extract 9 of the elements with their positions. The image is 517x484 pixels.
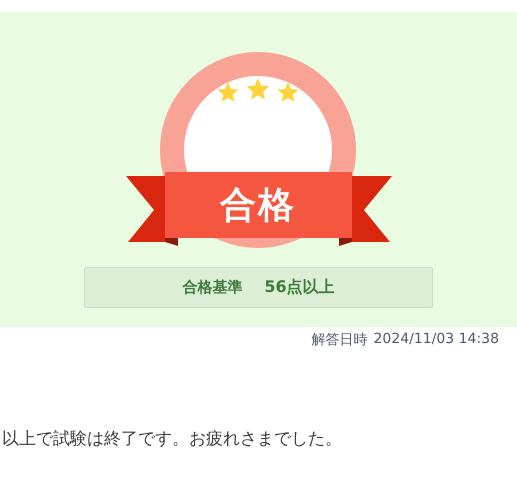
answered-at-label: 解答日時 bbox=[312, 331, 368, 349]
answered-at-value: 2024/11/03 14:38 bbox=[374, 331, 499, 349]
result-label: 合格 bbox=[220, 184, 296, 228]
criterion-label: 合格基準 bbox=[182, 278, 242, 297]
star-icon bbox=[277, 82, 298, 102]
star-icon bbox=[217, 82, 238, 102]
star-icon bbox=[246, 78, 269, 100]
criterion-value: 56点以上 bbox=[264, 277, 335, 298]
closing-message: 以上で試験は終了です。お疲れさまでした。 bbox=[2, 429, 342, 449]
